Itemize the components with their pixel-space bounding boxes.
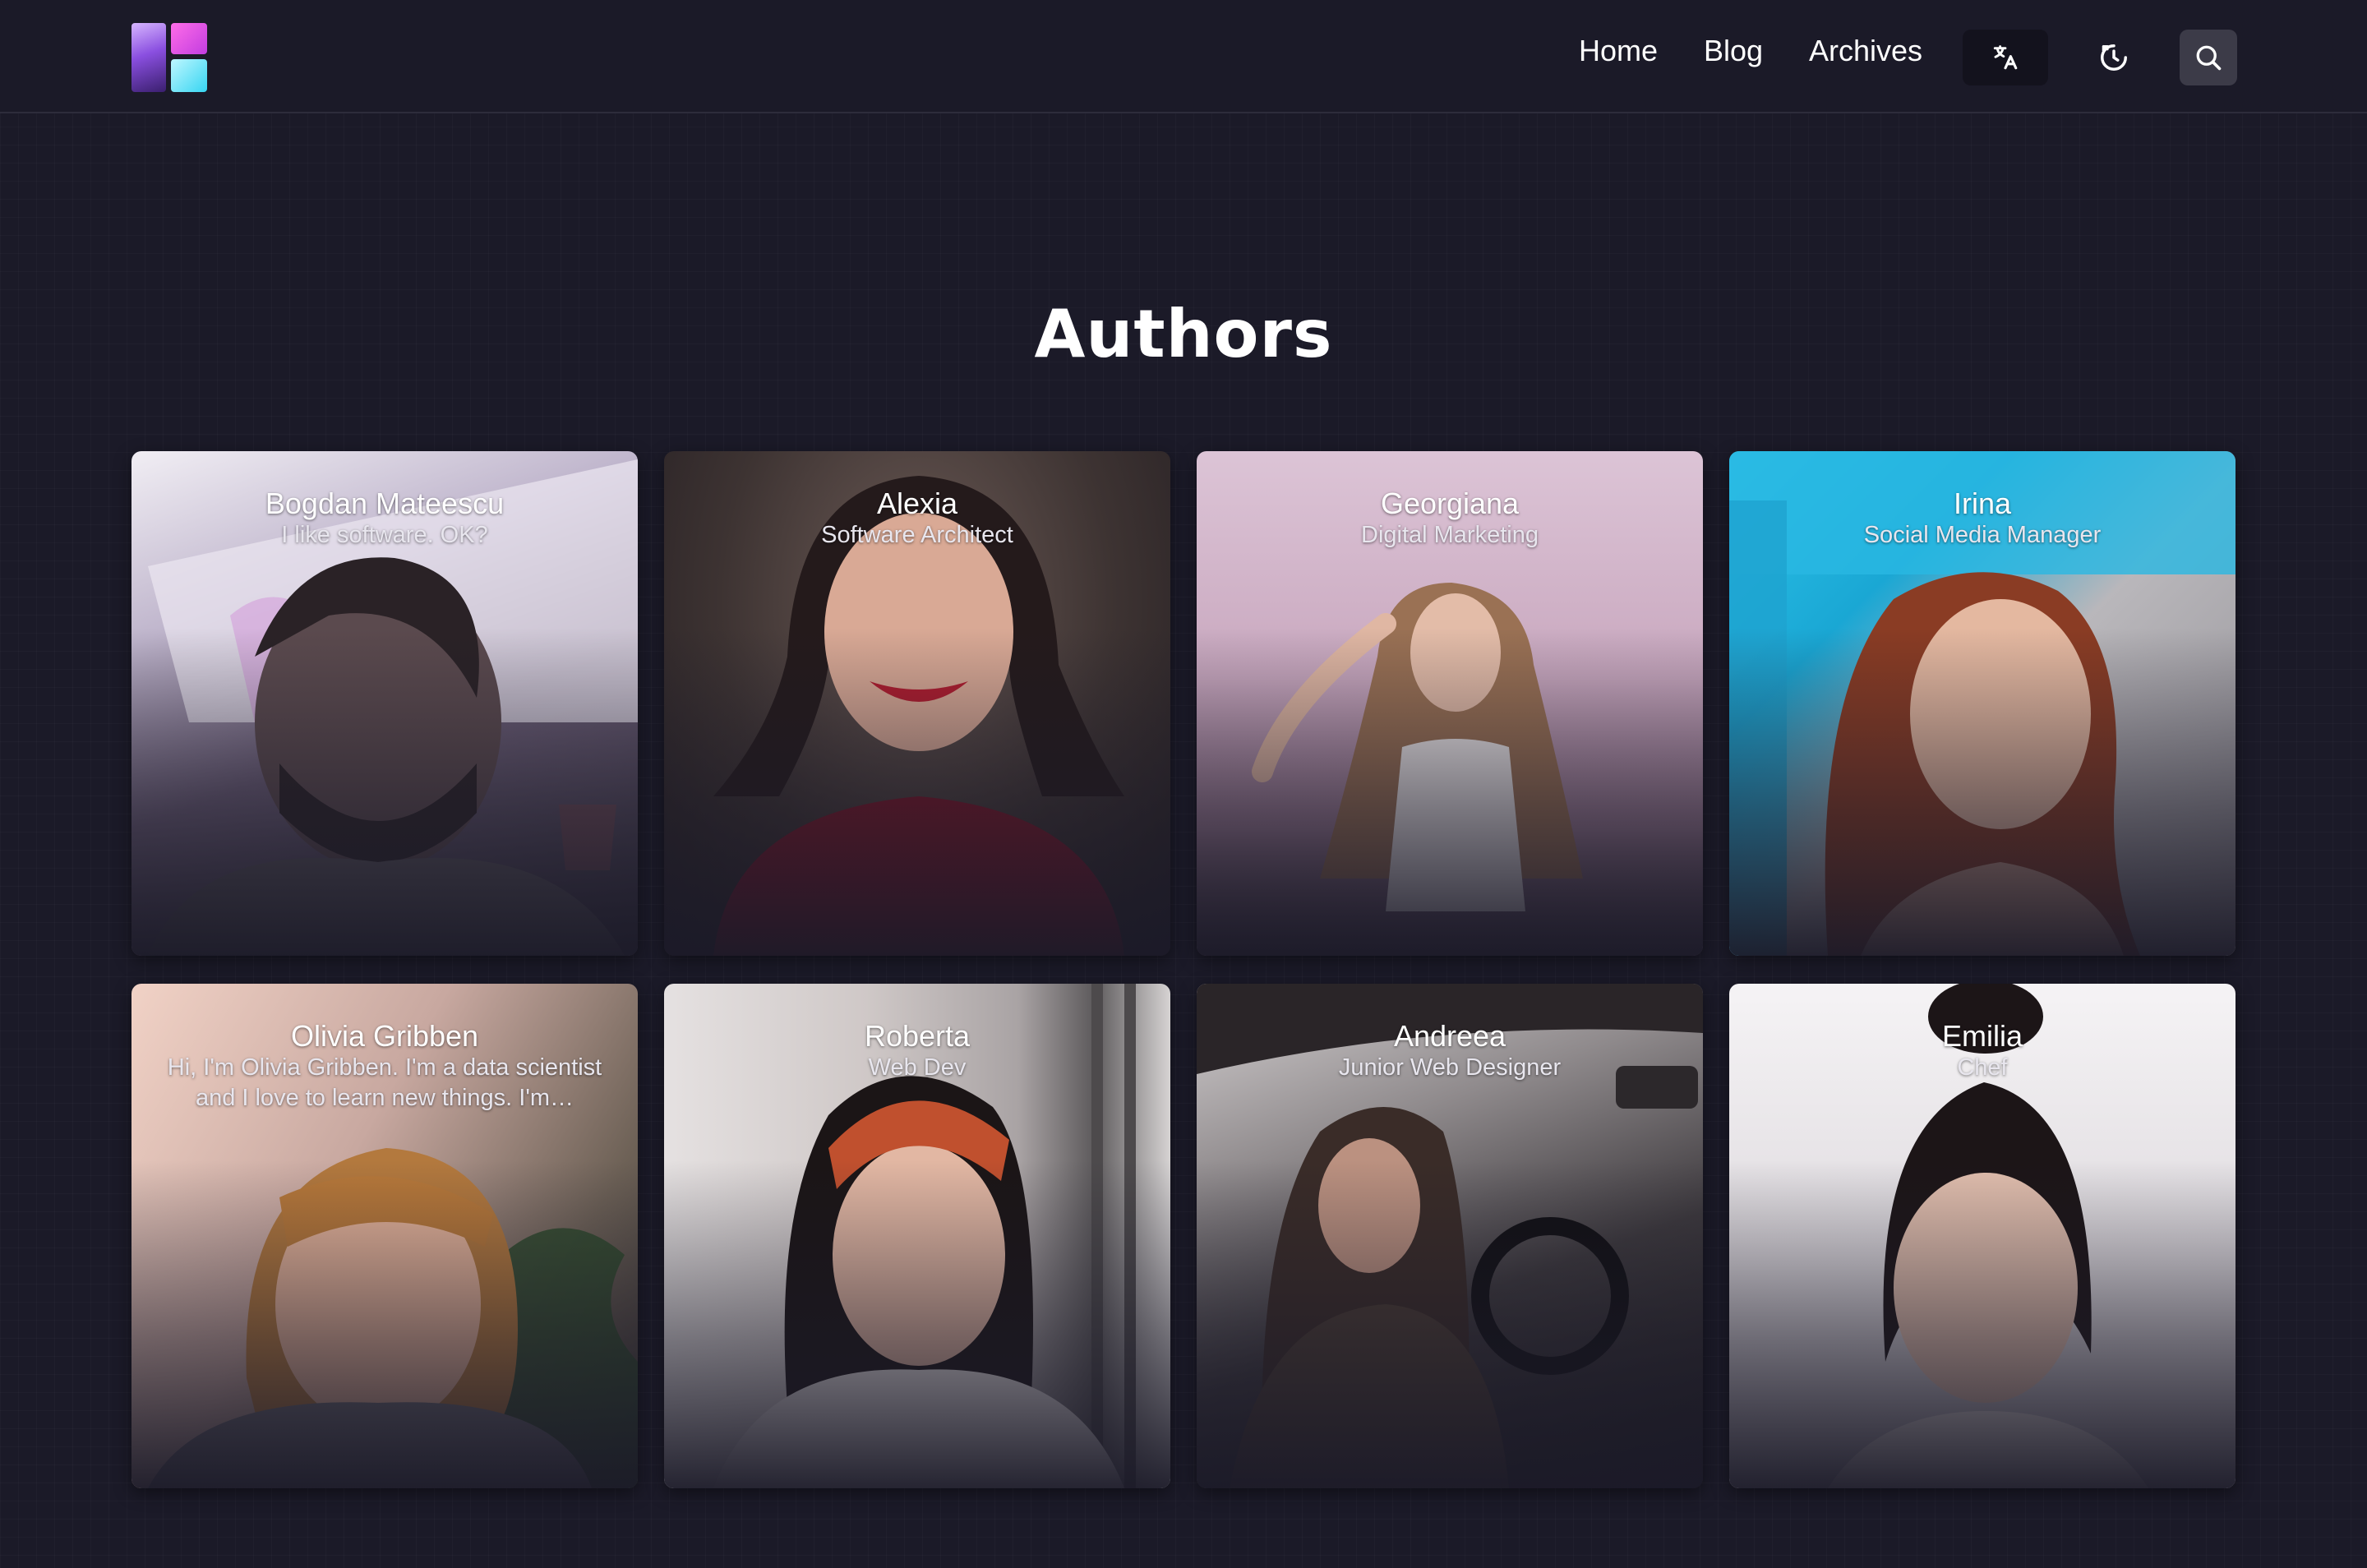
author-role: Hi, I'm Olivia Gribben. I'm a data scien… <box>167 1054 602 1111</box>
author-role: Web Dev <box>868 1054 967 1081</box>
author-name: Irina <box>1953 487 2012 520</box>
author-card-roberta[interactable]: Roberta Web Dev <box>664 984 1170 1488</box>
author-card-alexia[interactable]: Alexia Software Architect <box>664 451 1170 956</box>
theme-toggle-icon <box>2101 44 2127 71</box>
author-name: Olivia Gribben <box>290 1019 479 1053</box>
author-name: Georgiana <box>1380 487 1520 520</box>
author-role: Chef <box>1957 1054 2008 1081</box>
site-header: Home Blog Archives <box>0 0 2367 113</box>
author-role: Digital Marketing <box>1361 522 1539 548</box>
theme-toggle-button[interactable] <box>2071 30 2157 85</box>
nav-blog-link[interactable]: Blog <box>1704 36 1763 66</box>
nav-home-link[interactable]: Home <box>1579 36 1658 66</box>
author-card-emilia[interactable]: Emilia Chef <box>1729 984 2236 1488</box>
author-card-georgiana[interactable]: Georgiana Digital Marketing <box>1197 451 1703 956</box>
author-card-andreea[interactable]: Andreea Junior Web Designer <box>1197 984 1703 1488</box>
author-role: I like software. OK? <box>281 522 488 548</box>
search-button[interactable] <box>2180 30 2237 85</box>
author-role: Social Media Manager <box>1863 522 2102 548</box>
author-card-olivia[interactable]: Olivia Gribben Hi, I'm Olivia Gribben. I… <box>132 984 638 1488</box>
author-name: Emilia <box>1941 1019 2023 1053</box>
author-card-irina[interactable]: Irina Social Media Manager <box>1729 451 2236 956</box>
logo-block-top-right <box>171 23 207 54</box>
translate-icon <box>1993 45 2018 70</box>
author-role: Junior Web Designer <box>1338 1054 1562 1081</box>
author-role: Software Architect <box>821 522 1013 548</box>
site-logo[interactable] <box>132 23 207 92</box>
author-name: Roberta <box>864 1019 971 1053</box>
logo-block-left <box>132 23 166 92</box>
nav-archives-link[interactable]: Archives <box>1809 36 1922 66</box>
author-name: Andreea <box>1393 1019 1506 1053</box>
author-name: Alexia <box>876 487 958 520</box>
language-button[interactable] <box>1963 30 2048 85</box>
page-title: Authors <box>1034 296 1333 372</box>
author-name: Bogdan Mateescu <box>265 487 505 520</box>
search-icon <box>2196 45 2222 71</box>
logo-block-bottom-right <box>171 59 207 92</box>
author-card-bogdan[interactable]: Bogdan Mateescu I like software. OK? <box>132 451 638 956</box>
